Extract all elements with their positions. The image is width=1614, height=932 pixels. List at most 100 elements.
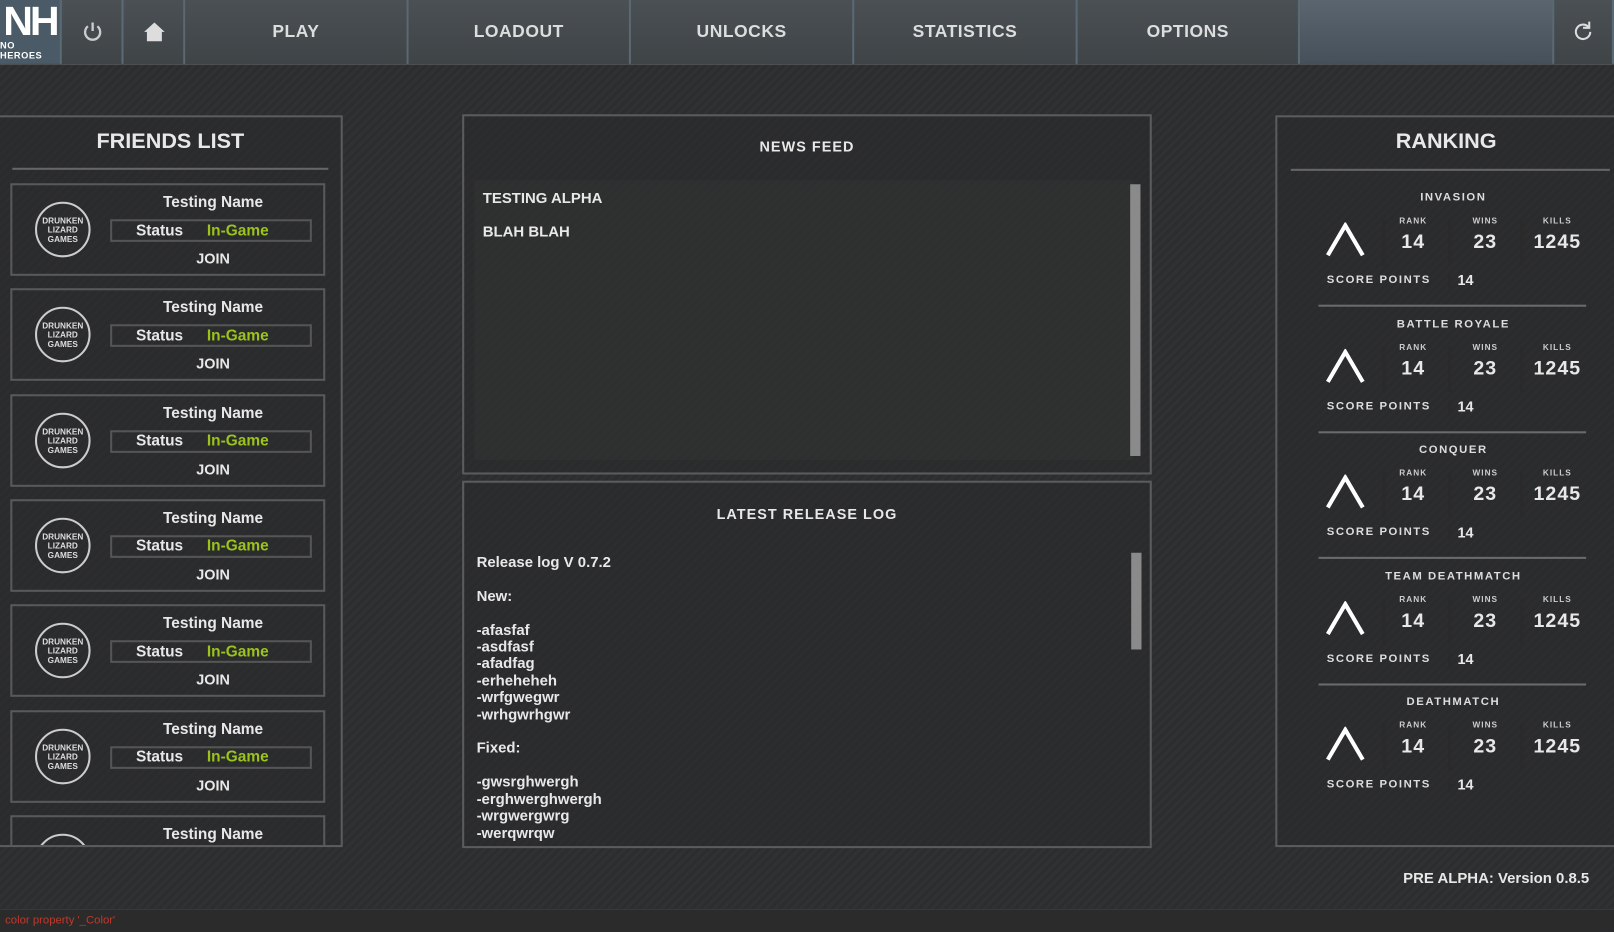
friend-name: Testing Name [163,614,264,633]
divider [1520,220,1524,266]
friend-name: Testing Name [163,404,264,422]
friend-card: DRUNKEN LIZARD GAMES Testing Name Status I… [10,288,326,382]
status-value: In-Game [206,537,269,556]
kills-stat: KILLS 1245 [1526,469,1588,507]
join-button[interactable]: JOIN [110,777,316,793]
divider [1448,778,1452,793]
rank-label: RANK [1399,594,1428,604]
kills-stat: KILLS 1245 [1526,342,1588,380]
nav-play[interactable]: PLAY [185,0,409,64]
release-log-scrollbar[interactable] [1131,552,1142,650]
wins-value: 23 [1473,357,1498,380]
rank-value: 14 [1401,231,1426,254]
ranking-mode: BATTLE ROYALE RANK 14 WINS 23 KILLS 1245 SC… [1318,317,1589,442]
divider [1448,725,1452,771]
divider [1290,168,1610,171]
nav-statistics[interactable]: STATISTICS [854,0,1078,64]
no-heroes-logo: NH NO HEROES [0,0,62,64]
status-value: In-Game [206,432,269,450]
ranking-mode: TEAM DEATHMATCH RANK 14 WINS 23 KILLS 1245 … [1318,570,1589,694]
friend-avatar: DRUNKEN LIZARD GAMES [34,201,91,258]
join-button[interactable]: JOIN [110,671,316,687]
friend-avatar: DRUNKEN LIZARD GAMES [34,622,91,679]
friend-status: Status In-Game [110,429,312,453]
status-label: Status [135,432,184,450]
news-item[interactable]: TESTING ALPHA [483,190,603,206]
kills-value: 1245 [1533,231,1582,254]
release-log-panel: LATEST RELEASE LOG Release log V 0.7.2 N… [462,480,1152,849]
score-points-label: SCORE POINTS [1326,778,1431,791]
wins-stat: WINS 23 [1454,216,1516,254]
wins-stat: WINS 23 [1454,721,1516,759]
friend-card: DRUNKEN LIZARD GAMES Testing Name Status I… [10,499,326,592]
score-points-label: SCORE POINTS [1326,526,1431,539]
news-feed-title: NEWS FEED [759,137,855,155]
divider [1318,430,1587,433]
mode-name: TEAM DEATHMATCH [1385,570,1522,583]
power-button[interactable] [63,0,124,64]
friend-card: DRUNKEN LIZARD GAMES Testing Name [10,814,326,846]
kills-label: KILLS [1542,594,1572,604]
news-scrollbar[interactable] [1130,184,1141,456]
home-button[interactable] [125,0,186,64]
friend-avatar: DRUNKEN LIZARD GAMES [34,412,91,468]
logo-mark: NH [3,0,59,45]
friend-card: DRUNKEN LIZARD GAMES Testing Name Status I… [10,393,326,487]
console-bar: color property '_Color' [0,908,1614,932]
score-points-value: 14 [1457,650,1474,667]
rank-chevron-icon [1326,600,1365,635]
kills-value: 1245 [1533,483,1582,506]
divider [1318,557,1587,560]
status-label: Status [135,221,184,240]
wins-value: 23 [1473,736,1498,758]
rank-stat: RANK 14 [1382,469,1444,507]
score-points-value: 14 [1457,397,1474,415]
rank-value: 14 [1401,483,1426,506]
friend-status: Status In-Game [110,219,312,242]
friend-avatar: DRUNKEN LIZARD GAMES [34,517,91,574]
nav-options[interactable]: OPTIONS [1077,0,1301,64]
divider [1448,346,1452,392]
news-feed-list: TESTING ALPHA BLAH BLAH [474,180,1134,461]
rank-value: 14 [1401,357,1426,380]
divider [1448,220,1452,266]
score-points-label: SCORE POINTS [1326,399,1431,413]
friend-avatar: DRUNKEN LIZARD GAMES [34,307,91,363]
divider [1448,598,1452,645]
score-points-label: SCORE POINTS [1326,273,1431,287]
divider [1520,725,1524,771]
status-label: Status [135,642,184,661]
wins-value: 23 [1473,483,1498,506]
nav-unlocks[interactable]: UNLOCKS [630,0,855,64]
divider [1520,598,1524,645]
join-button[interactable]: JOIN [110,250,316,266]
divider [1448,399,1452,415]
wins-stat: WINS 23 [1454,469,1516,507]
wins-stat: WINS 23 [1454,595,1516,633]
wins-value: 23 [1473,231,1498,254]
friend-card: DRUNKEN LIZARD GAMES Testing Name Status I… [10,183,326,276]
join-button[interactable]: JOIN [110,461,316,477]
join-button[interactable]: JOIN [110,355,316,371]
mode-name: BATTLE ROYALE [1396,317,1510,330]
friend-name: Testing Name [163,298,264,317]
join-button[interactable]: JOIN [110,566,316,582]
logo-text: NO HEROES [0,40,43,61]
rank-stat: RANK 14 [1382,216,1444,254]
kills-stat: KILLS 1245 [1526,216,1588,254]
divider [1448,526,1452,541]
release-log-text: Release log V 0.7.2 New: -afasfaf -asdfa… [476,554,611,842]
wins-value: 23 [1473,610,1498,632]
status-label: Status [135,537,184,556]
friend-name: Testing Name [163,509,264,527]
divider [1448,652,1452,667]
news-item[interactable]: BLAH BLAH [483,224,570,240]
friend-status: Status In-Game [110,324,312,348]
friend-status: Status In-Game [110,535,312,558]
nav-loadout[interactable]: LOADOUT [408,0,631,64]
refresh-button[interactable] [1552,0,1614,64]
rank-stat: RANK 14 [1382,595,1444,633]
kills-label: KILLS [1542,342,1572,352]
divider [1520,346,1524,392]
mode-name: DEATHMATCH [1406,696,1501,709]
